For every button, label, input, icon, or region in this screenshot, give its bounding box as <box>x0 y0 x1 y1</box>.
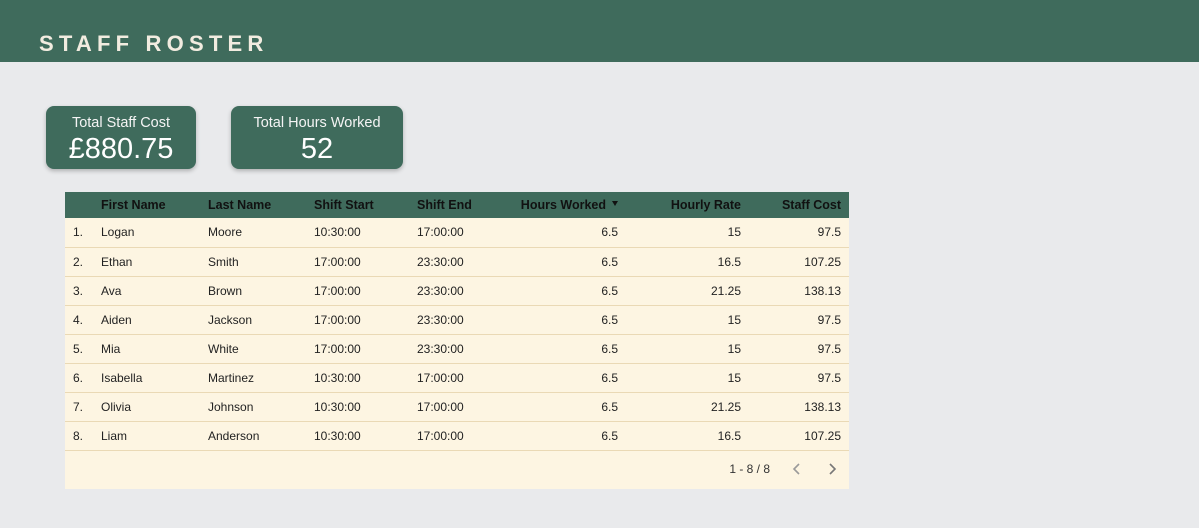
cell-first-name: Ava <box>101 283 122 298</box>
scorecard-value: £880.75 <box>68 133 174 165</box>
cell-hourly-rate: 16.5 <box>717 428 741 443</box>
cell-index: 3. <box>73 283 84 298</box>
cell-hours-worked: 6.5 <box>601 254 618 269</box>
cell-hourly-rate: 21.25 <box>710 283 741 298</box>
cell-first-name: Ethan <box>101 254 133 269</box>
cell-index: 6. <box>73 370 84 385</box>
cell-index: 8. <box>73 428 84 443</box>
cell-staff-cost: 97.5 <box>817 370 841 385</box>
cell-hourly-rate: 16.5 <box>717 254 741 269</box>
column-header-staff-cost[interactable]: Staff Cost <box>757 192 849 218</box>
cell-hours-worked: 6.5 <box>601 399 618 414</box>
table-row[interactable]: 8. Liam Anderson 10:30:00 17:00:00 6.5 16.5 107… <box>65 421 849 450</box>
cell-hours-worked: 6.5 <box>601 312 618 327</box>
cell-staff-cost: 97.5 <box>817 341 841 356</box>
cell-shift-end: 17:00:00 <box>417 225 464 240</box>
cell-last-name: Anderson <box>208 428 260 443</box>
staff-table: First Name Last Name Shift Start Shift E… <box>65 192 849 489</box>
cell-hourly-rate: 15 <box>727 312 741 327</box>
cell-shift-start: 10:30:00 <box>314 370 361 385</box>
cell-shift-end: 17:00:00 <box>417 370 464 385</box>
cell-last-name: Moore <box>208 225 243 240</box>
cell-shift-start: 10:30:00 <box>314 428 361 443</box>
cell-first-name: Mia <box>101 341 121 356</box>
cell-first-name: Aiden <box>101 312 132 327</box>
cell-hours-worked: 6.5 <box>601 341 618 356</box>
cell-staff-cost: 107.25 <box>804 254 841 269</box>
cell-staff-cost: 138.13 <box>804 399 841 414</box>
cell-shift-start: 17:00:00 <box>314 254 361 269</box>
cell-hourly-rate: 15 <box>727 370 741 385</box>
total-hours-worked-card: Total Hours Worked 52 <box>231 106 403 169</box>
pagination-range: 1 - 8 / 8 <box>729 462 770 476</box>
cell-shift-end: 17:00:00 <box>417 399 464 414</box>
cell-first-name: Liam <box>101 428 128 443</box>
cell-first-name: Isabella <box>101 370 143 385</box>
table-row[interactable]: 5. Mia White 17:00:00 23:30:00 6.5 15 97.5 <box>65 334 849 363</box>
cell-last-name: White <box>208 341 239 356</box>
header-bar: STAFF ROSTER <box>0 0 1199 62</box>
sort-desc-icon <box>612 201 618 206</box>
column-header-index <box>65 192 101 218</box>
page-title: STAFF ROSTER <box>39 31 269 56</box>
cell-staff-cost: 97.5 <box>817 312 841 327</box>
cell-last-name: Johnson <box>208 399 254 414</box>
column-header-shift-start[interactable]: Shift Start <box>314 192 417 218</box>
cell-index: 5. <box>73 341 84 356</box>
total-staff-cost-card: Total Staff Cost £880.75 <box>46 106 196 169</box>
cell-last-name: Brown <box>208 283 243 298</box>
cell-shift-end: 17:00:00 <box>417 428 464 443</box>
scorecard-label: Total Staff Cost <box>71 115 171 131</box>
table-row[interactable]: 3. Ava Brown 17:00:00 23:30:00 6.5 21.25 138.13 <box>65 276 849 305</box>
cell-index: 2. <box>73 254 84 269</box>
cell-hours-worked: 6.5 <box>601 225 618 240</box>
cell-first-name: Olivia <box>101 399 132 414</box>
cell-hours-worked: 6.5 <box>601 428 618 443</box>
cell-shift-end: 23:30:00 <box>417 341 464 356</box>
next-page-button[interactable] <box>823 460 841 478</box>
cell-hourly-rate: 15 <box>727 225 741 240</box>
table-row[interactable]: 1. Logan Moore 10:30:00 17:00:00 6.5 15 97.5 <box>65 218 849 247</box>
cell-shift-end: 23:30:00 <box>417 312 464 327</box>
scorecard-value: 52 <box>300 133 334 165</box>
column-header-last-name[interactable]: Last Name <box>208 192 314 218</box>
table-row[interactable]: 2. Ethan Smith 17:00:00 23:30:00 6.5 16.5 107.2… <box>65 247 849 276</box>
cell-hours-worked: 6.5 <box>601 370 618 385</box>
column-header-first-name[interactable]: First Name <box>101 192 208 218</box>
cell-index: 4. <box>73 312 84 327</box>
cell-hourly-rate: 21.25 <box>710 399 741 414</box>
table-row[interactable]: 6. Isabella Martinez 10:30:00 17:00:00 6.5 15 9… <box>65 363 849 392</box>
cell-last-name: Martinez <box>208 370 255 385</box>
chevron-left-icon <box>792 463 800 475</box>
table-row[interactable]: 4. Aiden Jackson 17:00:00 23:30:00 6.5 15 97.5 <box>65 305 849 334</box>
cell-index: 1. <box>73 225 84 240</box>
cell-last-name: Jackson <box>208 312 253 327</box>
cell-staff-cost: 138.13 <box>804 283 841 298</box>
cell-hourly-rate: 15 <box>727 341 741 356</box>
cell-first-name: Logan <box>101 225 135 240</box>
column-header-hourly-rate[interactable]: Hourly Rate <box>630 192 757 218</box>
column-header-shift-end[interactable]: Shift End <box>417 192 500 218</box>
pagination: 1 - 8 / 8 <box>65 450 849 489</box>
chevron-right-icon <box>829 463 837 475</box>
cell-hours-worked: 6.5 <box>601 283 618 298</box>
cell-staff-cost: 97.5 <box>817 225 841 240</box>
cell-shift-end: 23:30:00 <box>417 283 464 298</box>
cell-index: 7. <box>73 399 84 414</box>
column-header-label: Hours Worked <box>520 198 606 212</box>
cell-last-name: Smith <box>208 254 239 269</box>
cell-shift-start: 17:00:00 <box>314 312 361 327</box>
cell-staff-cost: 107.25 <box>804 428 841 443</box>
table-header-row: First Name Last Name Shift Start Shift E… <box>65 192 849 218</box>
cell-shift-end: 23:30:00 <box>417 254 464 269</box>
table-row[interactable]: 7. Olivia Johnson 10:30:00 17:00:00 6.5 21.25 1… <box>65 392 849 421</box>
cell-shift-start: 10:30:00 <box>314 225 361 240</box>
scorecard-label: Total Hours Worked <box>253 115 381 131</box>
cell-shift-start: 10:30:00 <box>314 399 361 414</box>
cell-shift-start: 17:00:00 <box>314 283 361 298</box>
cell-shift-start: 17:00:00 <box>314 341 361 356</box>
prev-page-button[interactable] <box>788 460 806 478</box>
column-header-hours-worked[interactable]: Hours Worked <box>500 192 630 218</box>
